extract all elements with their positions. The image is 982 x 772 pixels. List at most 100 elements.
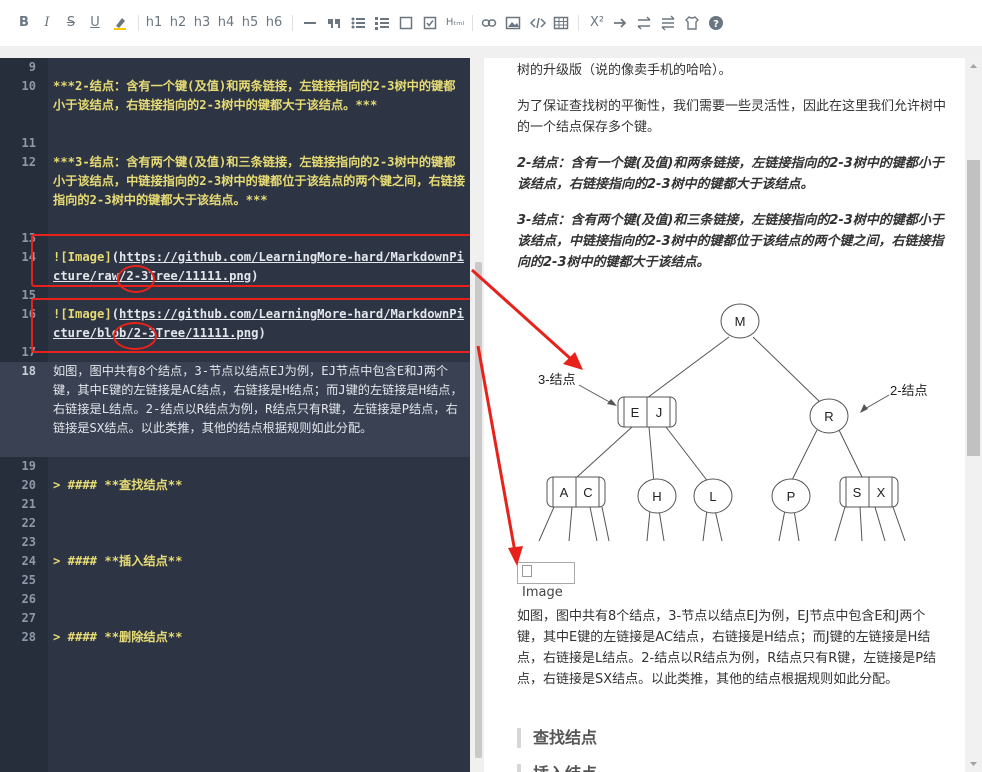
image-button[interactable] — [505, 13, 521, 33]
toolbar-divider — [292, 15, 293, 31]
line-number: 28 — [21, 630, 36, 644]
preview-paragraph: 为了保证查找树的平衡性，我们需要一些灵活性，因此在这里我们允许树中的一个结点保存… — [517, 99, 947, 135]
toolbar-divider — [138, 15, 139, 31]
editor-toolbar: B I S U h1 h2 h3 h4 h5 h6 Hₜₘₗ X² ? — [0, 0, 982, 46]
image-icon — [505, 16, 521, 30]
h1-button[interactable]: h1 — [144, 13, 164, 33]
line-number: 19 — [21, 459, 36, 473]
toolbar-separator-strip — [0, 46, 982, 58]
italic-button[interactable]: I — [40, 13, 54, 33]
line-number: 11 — [21, 136, 36, 150]
unordered-list-button[interactable] — [350, 13, 366, 33]
markdown-editor[interactable]: 9 10 11 12 13 14 15 16 17 18 19 20 21 22… — [0, 58, 470, 772]
code-icon — [529, 17, 547, 29]
quote-icon — [328, 19, 340, 28]
sync-scroll-button[interactable] — [660, 13, 676, 33]
bullet-list-icon — [351, 17, 365, 29]
shirt-icon — [685, 16, 699, 30]
code-line-insert-heading: > #### **插入结点** — [53, 554, 183, 568]
preview-figure-description: 如图，图中共有8个结点，3-节点以结点EJ为例，EJ节点中包含E和J两个键，其中… — [517, 609, 937, 687]
preview-heading-find: 查找结点 — [517, 728, 597, 748]
h4-button[interactable]: h4 — [216, 13, 236, 33]
checked-box-icon — [423, 16, 437, 30]
broken-image-alt: Image — [522, 585, 563, 600]
preview-paragraph: 树的升级版（说的像卖手机的哈哈）。 — [517, 63, 732, 78]
tree-node-l: L — [709, 489, 716, 504]
tree-node-p: P — [787, 489, 796, 504]
swap-arrows-icon — [637, 16, 651, 30]
task-list-button[interactable] — [422, 13, 438, 33]
code-line-3node: ***3-结点：含有两个键(及值)和三条链接，左链接指向的2-3树中的键都小于该… — [53, 155, 466, 207]
svg-text:?: ? — [713, 19, 719, 30]
code-line-find-heading: > #### **查找结点** — [53, 478, 183, 492]
tree-node-r: R — [824, 409, 833, 424]
numbered-list-icon — [375, 17, 389, 30]
line-number: 26 — [21, 592, 36, 606]
tree-node-m: M — [735, 314, 746, 329]
strikethrough-button[interactable]: S — [64, 13, 78, 33]
two-node-label: 2-结点 — [890, 383, 928, 398]
scroll-down-icon[interactable] — [965, 758, 982, 770]
table-button[interactable] — [553, 13, 569, 33]
toolbar-divider — [472, 15, 473, 31]
link-button[interactable] — [481, 13, 497, 33]
arrow-right-button[interactable] — [612, 13, 628, 33]
broken-image-placeholder: Image — [517, 562, 575, 600]
line-number: 22 — [21, 516, 36, 530]
square-icon — [399, 16, 413, 30]
code-button[interactable] — [529, 13, 547, 33]
underline-button[interactable]: U — [88, 13, 102, 33]
line-number: 20 — [21, 478, 36, 492]
line-number: 10 — [21, 79, 36, 93]
checkbox-button[interactable] — [398, 13, 414, 33]
broken-image-icon — [522, 565, 532, 577]
help-button[interactable]: ? — [708, 13, 724, 33]
help-icon: ? — [709, 16, 723, 30]
tree-node-e: E — [631, 405, 640, 420]
line-number: 12 — [21, 155, 36, 169]
markdown-preview: 树的升级版（说的像卖手机的哈哈）。 为了保证查找树的平衡性，我们需要一些灵活性，… — [497, 58, 965, 772]
ordered-list-button[interactable] — [374, 13, 390, 33]
swap-button[interactable] — [636, 13, 652, 33]
save-button[interactable] — [684, 13, 700, 33]
annotation-box-raw — [31, 234, 470, 287]
link-icon — [481, 19, 497, 27]
tree-node-x: X — [877, 485, 886, 500]
line-number: 9 — [28, 60, 36, 74]
toolbar-divider — [578, 15, 579, 31]
code-line-delete-heading: > #### **删除结点** — [53, 630, 183, 644]
sync-scroll-icon — [661, 15, 675, 31]
line-number: 21 — [21, 497, 36, 511]
tree-node-j: J — [656, 405, 663, 420]
h3-button[interactable]: h3 — [192, 13, 212, 33]
html-button[interactable]: Hₜₘₗ — [444, 13, 466, 33]
h2-button[interactable]: h2 — [168, 13, 188, 33]
code-line-2node: ***2-结点：含有一个键(及值)和两条链接，左链接指向的2-3树中的键都小于该… — [53, 79, 456, 112]
preview-2node-definition: 2-结点：含有一个键(及值)和两条链接，左链接指向的2-3树中的键都小于该结点，… — [517, 156, 944, 192]
three-node-label: 3-结点 — [538, 372, 576, 387]
line-number: 27 — [21, 611, 36, 625]
highlighter-button[interactable] — [112, 13, 128, 33]
editor-scrollbar-thumb[interactable] — [475, 262, 482, 758]
tree-node-a: A — [560, 485, 569, 500]
tree-node-h: H — [652, 489, 661, 504]
annotation-box-blob — [31, 298, 470, 353]
line-number: 25 — [21, 573, 36, 587]
tree-node-s: S — [853, 485, 862, 500]
arrow-right-icon — [614, 18, 627, 28]
horizontal-rule-icon — [304, 22, 316, 24]
preview-scrollbar-thumb[interactable] — [967, 160, 980, 456]
highlighter-icon — [114, 18, 126, 30]
horizontal-rule-button[interactable] — [302, 13, 318, 33]
blockquote-button[interactable] — [326, 13, 342, 33]
annotation-circle-raw — [117, 265, 155, 293]
annotation-circle-blob — [113, 322, 157, 350]
scroll-up-icon[interactable] — [965, 60, 982, 72]
tree-node-c: C — [583, 485, 592, 500]
h5-button[interactable]: h5 — [240, 13, 260, 33]
preview-3node-definition: 3-结点：含有两个键(及值)和三条链接，左链接指向的2-3树中的键都小于该结点，… — [517, 213, 944, 270]
bold-button[interactable]: B — [17, 13, 31, 33]
superscript-button[interactable]: X² — [586, 13, 608, 33]
two-three-tree-diagram: M E J R A C H L P S X 3-结点 2-结点 — [538, 303, 928, 542]
h6-button[interactable]: h6 — [264, 13, 284, 33]
